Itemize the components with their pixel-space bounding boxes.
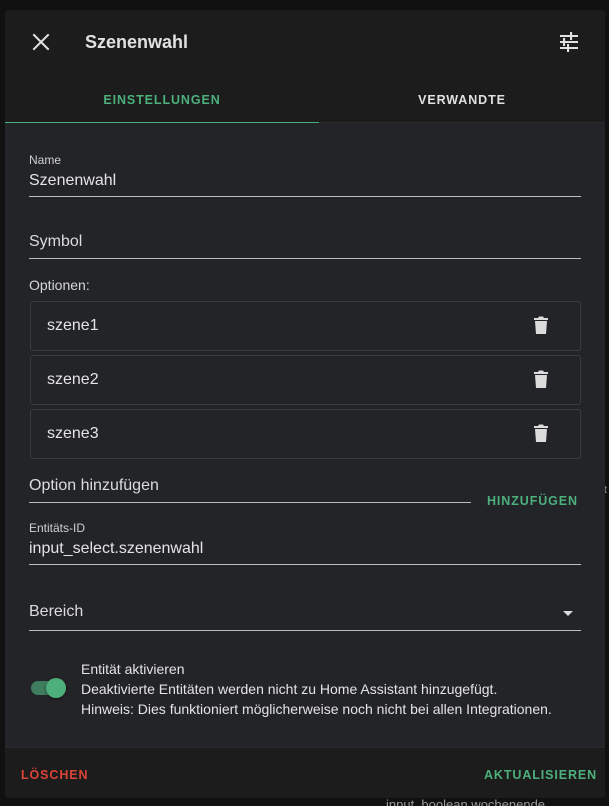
tab-related[interactable]: VERWANDTE [319, 77, 605, 123]
advanced-settings-button[interactable] [555, 30, 583, 58]
close-button[interactable] [27, 30, 55, 58]
entity-id-field[interactable]: Entitäts-ID input_select.szenenwahl [29, 521, 581, 565]
option-label: szene3 [47, 425, 99, 442]
trash-icon [533, 370, 549, 393]
name-value: Szenenwahl [29, 172, 117, 189]
symbol-placeholder: Symbol [29, 233, 83, 250]
trash-icon [533, 424, 549, 447]
enable-entity-text: Entität aktivieren Deaktivierte Entitäte… [81, 659, 581, 719]
add-option-input[interactable]: Option hinzufügen [29, 477, 471, 503]
tab-bar: EINSTELLUNGEN VERWANDTE [5, 77, 605, 124]
entity-settings-dialog: Szenenwahl EINSTELLUNGEN VERWANDTE Name … [5, 10, 605, 798]
background-list-item: input_boolean.wochenende [386, 797, 546, 806]
dialog-title: Szenenwahl [85, 32, 189, 52]
tune-icon [558, 31, 580, 57]
list-item-option: szene2 [30, 355, 581, 405]
name-field[interactable]: Name Szenenwahl [29, 153, 581, 197]
dialog-footer: LÖSCHEN AKTUALISIEREN [5, 747, 605, 798]
trash-icon [533, 316, 549, 339]
entity-id-label: Entitäts-ID [29, 521, 86, 535]
toggle-thumb [46, 678, 66, 698]
enable-entity-toggle[interactable] [29, 677, 67, 699]
enable-entity-description: Deaktivierte Entitäten werden nicht zu H… [81, 681, 498, 697]
enable-entity-title: Entität aktivieren [81, 661, 185, 677]
update-button[interactable]: AKTUALISIEREN [484, 768, 597, 782]
dropdown-arrow-icon [563, 611, 573, 616]
delete-button[interactable]: LÖSCHEN [21, 768, 88, 782]
enable-entity-note: Hinweis: Dies funktioniert möglicherweis… [81, 701, 552, 717]
name-label: Name [29, 153, 62, 167]
option-label: szene1 [47, 317, 99, 334]
area-select[interactable]: Bereich [29, 603, 581, 631]
list-item-option: szene1 [30, 301, 581, 351]
list-item-option: szene3 [30, 409, 581, 459]
dialog-header: Szenenwahl [5, 10, 605, 77]
settings-form: Name Szenenwahl Symbol Optionen: szene1 … [5, 123, 605, 747]
tab-settings[interactable]: EINSTELLUNGEN [5, 77, 319, 124]
close-icon [32, 33, 50, 56]
delete-option-button[interactable] [529, 315, 553, 339]
symbol-field[interactable]: Symbol [29, 233, 581, 259]
add-option-placeholder: Option hinzufügen [29, 477, 159, 494]
delete-option-button[interactable] [529, 423, 553, 447]
add-option-button[interactable]: HINZUFÜGEN [487, 494, 578, 508]
option-label: szene2 [47, 371, 99, 388]
delete-option-button[interactable] [529, 369, 553, 393]
entity-id-value: input_select.szenenwahl [29, 540, 204, 557]
area-placeholder: Bereich [29, 603, 84, 620]
options-label: Optionen: [29, 277, 90, 293]
